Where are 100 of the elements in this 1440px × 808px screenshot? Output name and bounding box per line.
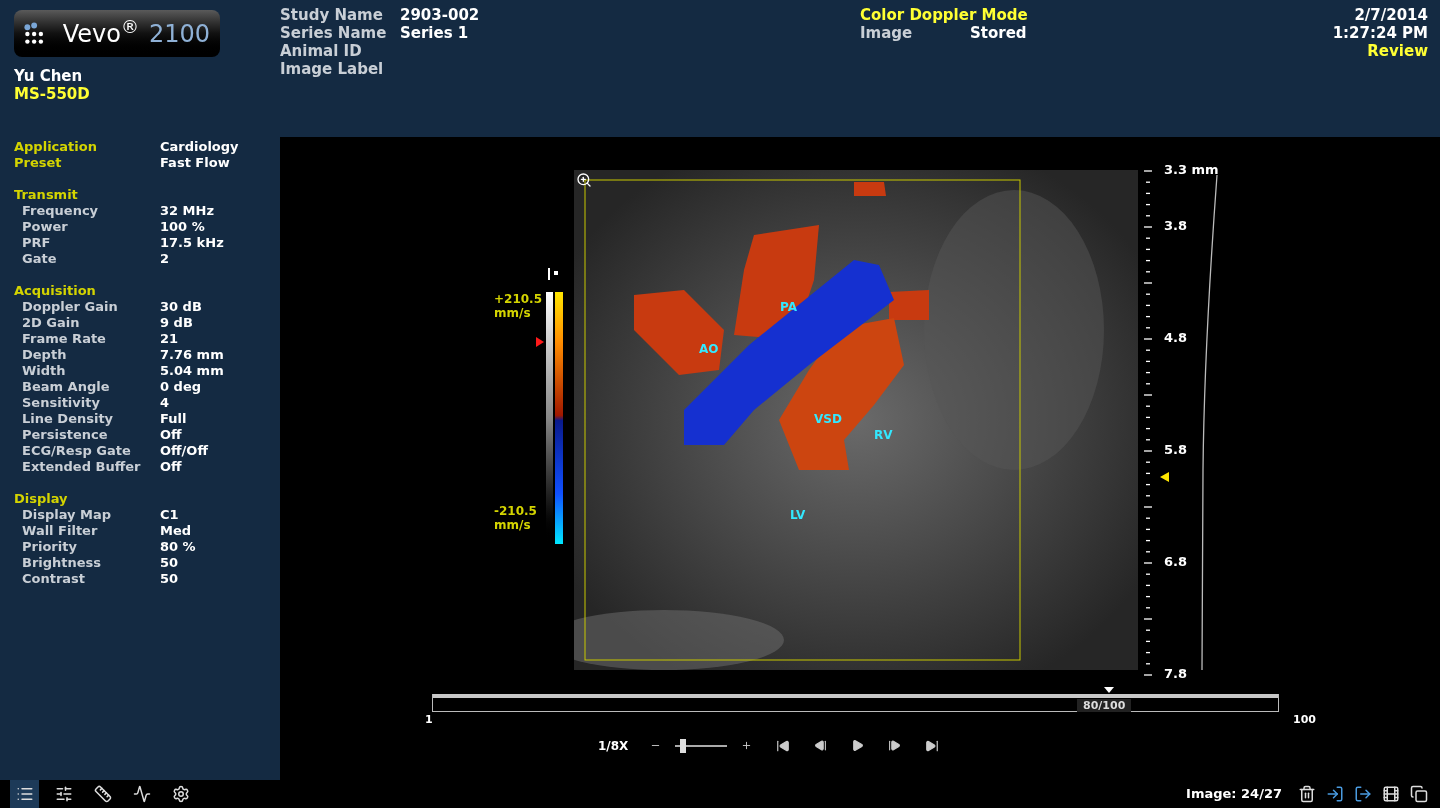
timeline-start-label: 1 (425, 712, 432, 728)
parameter-label: Preset (14, 155, 63, 171)
parameter-value: Off (160, 427, 182, 443)
study-field-value: Series 1 (400, 24, 469, 42)
anatomy-label: VSD (814, 412, 842, 426)
speed-slider-thumb[interactable] (680, 738, 687, 753)
parameter-label: Gate (21, 251, 58, 267)
parameter-label: Priority (21, 539, 78, 555)
parameter-label: ECG/Resp Gate (21, 443, 132, 459)
parameter-label: Display Map (21, 507, 113, 523)
marker-triangle-icon (536, 337, 544, 347)
zoom-icon[interactable] (576, 172, 592, 188)
parameter-value: 30 dB (160, 299, 202, 315)
parameter-label: Width (21, 363, 67, 379)
date-text: 2/7/2014 (1354, 6, 1428, 24)
baseline-marker-icon (548, 268, 560, 280)
parameter-label: Doppler Gain (21, 299, 119, 315)
logo-model: 2100 (148, 18, 210, 50)
parameter-value: Off (160, 459, 182, 475)
parameter-label: Beam Angle (21, 379, 111, 395)
skip-back-icon[interactable] (776, 738, 791, 753)
windows-icon[interactable] (1410, 785, 1428, 803)
film-strip-icon[interactable] (1382, 785, 1400, 803)
parameter-value: Fast Flow (160, 155, 230, 171)
parameter-value: 100 % (160, 219, 205, 235)
parameter-value: 9 dB (160, 315, 193, 331)
anatomy-label: PA (780, 300, 797, 314)
sliders-icon (54, 785, 73, 803)
parameter-label: Extended Buffer (21, 459, 142, 475)
study-field-label: Animal ID (280, 42, 363, 60)
parameter-value: 21 (160, 331, 179, 347)
parameter-label: Wall Filter (21, 523, 99, 539)
study-field-value: 2903-002 (400, 6, 480, 24)
parameter-value: Cardiology (160, 139, 239, 155)
parameter-value: 80 % (160, 539, 196, 555)
velocity-max-value: +210.5 (494, 292, 543, 306)
play-icon[interactable] (851, 739, 865, 752)
parameter-label: Frequency (21, 203, 100, 219)
time-text: 1:27:24 PM (1332, 24, 1428, 42)
parameter-label: 2D Gain (21, 315, 81, 331)
parameter-value: Med (160, 523, 192, 539)
depth-label: 5.8 (1164, 443, 1188, 457)
timeline-end-label: 100 (1293, 712, 1316, 728)
parameter-value: Off/Off (160, 443, 208, 459)
waveform-icon (132, 785, 151, 803)
probe-name: MS-550D (14, 85, 91, 103)
parameter-label: Sensitivity (21, 395, 101, 411)
step-back-icon[interactable] (814, 739, 828, 752)
parameter-value: 17.5 kHz (160, 235, 224, 251)
parameter-value: 4 (160, 395, 170, 411)
depth-label: 4.8 (1164, 331, 1188, 345)
depth-label: 3.8 (1164, 219, 1188, 233)
focus-marker-icon (1160, 472, 1169, 482)
parameter-value: 50 (160, 571, 179, 587)
ruler-icon (93, 785, 112, 803)
velocity-min-value: -210.5 (494, 504, 538, 518)
step-forward-icon[interactable] (888, 739, 902, 752)
study-field-label: Study Name (280, 6, 384, 24)
parameter-label: Contrast (21, 571, 87, 587)
parameter-label: Persistence (21, 427, 109, 443)
parameter-value: 32 MHz (160, 203, 214, 219)
parameter-label: Frame Rate (21, 331, 107, 347)
parameter-value: C1 (160, 507, 179, 523)
parameter-value: 2 (160, 251, 170, 267)
user-name: Yu Chen (14, 67, 84, 85)
anatomy-label: RV (874, 428, 893, 442)
logo-wordmark: Vevo$^{®}$ (62, 15, 139, 50)
image-field-label: Image (860, 24, 914, 42)
anatomy-label: AO (699, 342, 719, 356)
section-heading: Acquisition (14, 283, 97, 299)
study-field-label: Series Name (280, 24, 388, 42)
delete-icon[interactable] (1298, 785, 1316, 803)
parameter-label: Brightness (21, 555, 103, 571)
playback-speed: 1/8X (598, 737, 629, 755)
parameter-value: Full (160, 411, 187, 427)
list-tool-button[interactable] (10, 780, 39, 808)
parameter-label: Depth (21, 347, 68, 363)
skip-forward-icon[interactable] (925, 738, 940, 753)
section-heading: Transmit (14, 187, 79, 203)
anatomy-label: LV (790, 508, 806, 522)
parameter-value: 7.76 mm (160, 347, 224, 363)
velocity-max-unit: mm/s (494, 306, 532, 320)
velocity-min-unit: mm/s (494, 518, 532, 532)
parameter-label: Application (14, 139, 98, 155)
depth-label: 6.8 (1164, 555, 1188, 569)
mode-title: Color Doppler Mode (860, 6, 1029, 24)
image-counter: Image: 24/27 (1186, 785, 1282, 804)
parameter-label: PRF (21, 235, 52, 251)
parameter-label: Power (21, 219, 69, 235)
plus-icon[interactable] (741, 740, 753, 751)
frame-position-label: 80/100 (1077, 699, 1132, 712)
section-heading: Display (14, 491, 69, 507)
depth-label: 7.8 (1164, 667, 1188, 681)
depth-label: 3.3 mm (1164, 163, 1219, 177)
study-field-label: Image Label (280, 60, 385, 78)
import-arrow-icon[interactable] (1326, 785, 1344, 803)
parameter-value: 0 deg (160, 379, 201, 395)
parameter-value: 50 (160, 555, 179, 571)
parameter-label: Line Density (21, 411, 115, 427)
list-icon (15, 785, 34, 803)
